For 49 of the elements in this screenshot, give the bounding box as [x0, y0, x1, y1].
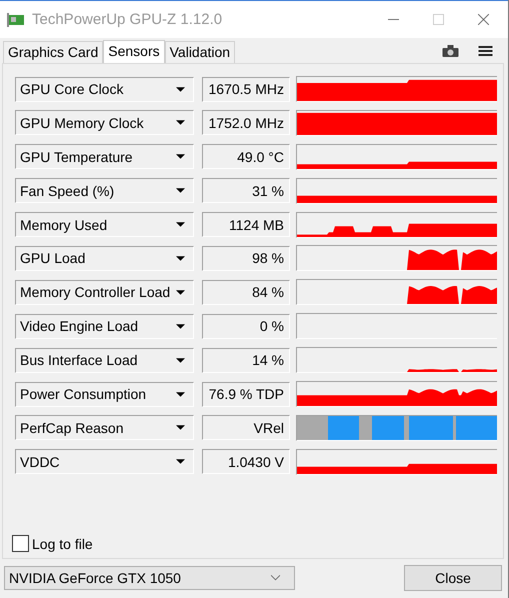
sensor-value: 98 %: [202, 246, 290, 271]
sensor-dropdown[interactable]: Power Consumption: [15, 382, 194, 407]
sensor-value: 84 %: [202, 280, 290, 305]
caret-icon: [176, 120, 185, 126]
caret-icon: [176, 324, 185, 329]
sensor-value: 1752.0 MHz: [202, 110, 290, 136]
sensor-value: 49.0 °C: [202, 144, 290, 170]
caret-icon: [176, 222, 185, 228]
sensor-dropdown[interactable]: Video Engine Load: [15, 314, 194, 339]
caret-icon: [176, 86, 185, 92]
sensor-value: 1670.5 MHz: [202, 76, 290, 102]
close-icon[interactable]: [478, 14, 489, 25]
sensor-dropdown[interactable]: Memory Controller Load: [15, 280, 194, 305]
sensor-value: 31 %: [202, 178, 290, 204]
caret-icon: [176, 154, 185, 160]
sensor-value: VRel: [202, 415, 290, 440]
sensor-dropdown[interactable]: Fan Speed (%): [15, 178, 194, 204]
sensor-dropdown[interactable]: GPU Memory Clock: [15, 110, 194, 136]
menu-icon[interactable]: [477, 45, 494, 57]
checkbox-label[interactable]: Log to file: [32, 536, 93, 552]
sensor-dropdown[interactable]: PerfCap Reason: [15, 415, 194, 440]
sensor-value: 1124 MB: [202, 212, 290, 238]
sensor-dropdown[interactable]: Bus Interface Load: [15, 348, 194, 373]
sensor-value: 14 %: [202, 348, 290, 373]
caret-icon: [176, 290, 185, 295]
sensor-dropdown[interactable]: Memory Used: [15, 212, 194, 238]
window-title: TechPowerUp GPU-Z 1.12.0: [32, 11, 222, 28]
checkbox[interactable]: [12, 535, 29, 552]
caret-icon: [176, 358, 185, 363]
caret-icon: [176, 392, 185, 397]
caret-icon: [176, 425, 185, 430]
caret-icon: [176, 256, 185, 261]
caret-icon: [176, 188, 185, 194]
camera-icon[interactable]: [442, 45, 459, 57]
sensor-value: 76.9 % TDP: [202, 382, 290, 407]
sensor-value: 1.0430 V: [202, 449, 290, 474]
sensor-value: 0 %: [202, 314, 290, 339]
sensor-dropdown[interactable]: GPU Core Clock: [15, 76, 194, 102]
sensor-dropdown[interactable]: GPU Load: [15, 246, 194, 271]
close-button[interactable]: Close: [404, 565, 502, 591]
graphics-card-icon: [7, 12, 25, 26]
tab[interactable]: Validation: [164, 41, 236, 63]
gpu-select[interactable]: NVIDIA GeForce GTX 1050: [4, 566, 295, 590]
tab[interactable]: Sensors: [103, 40, 165, 64]
caret-icon: [176, 459, 185, 464]
sensor-dropdown[interactable]: VDDC: [15, 449, 194, 474]
chevron-icon: [271, 575, 280, 581]
sensor-dropdown[interactable]: GPU Temperature: [15, 144, 194, 170]
tab[interactable]: Graphics Card: [3, 41, 104, 63]
